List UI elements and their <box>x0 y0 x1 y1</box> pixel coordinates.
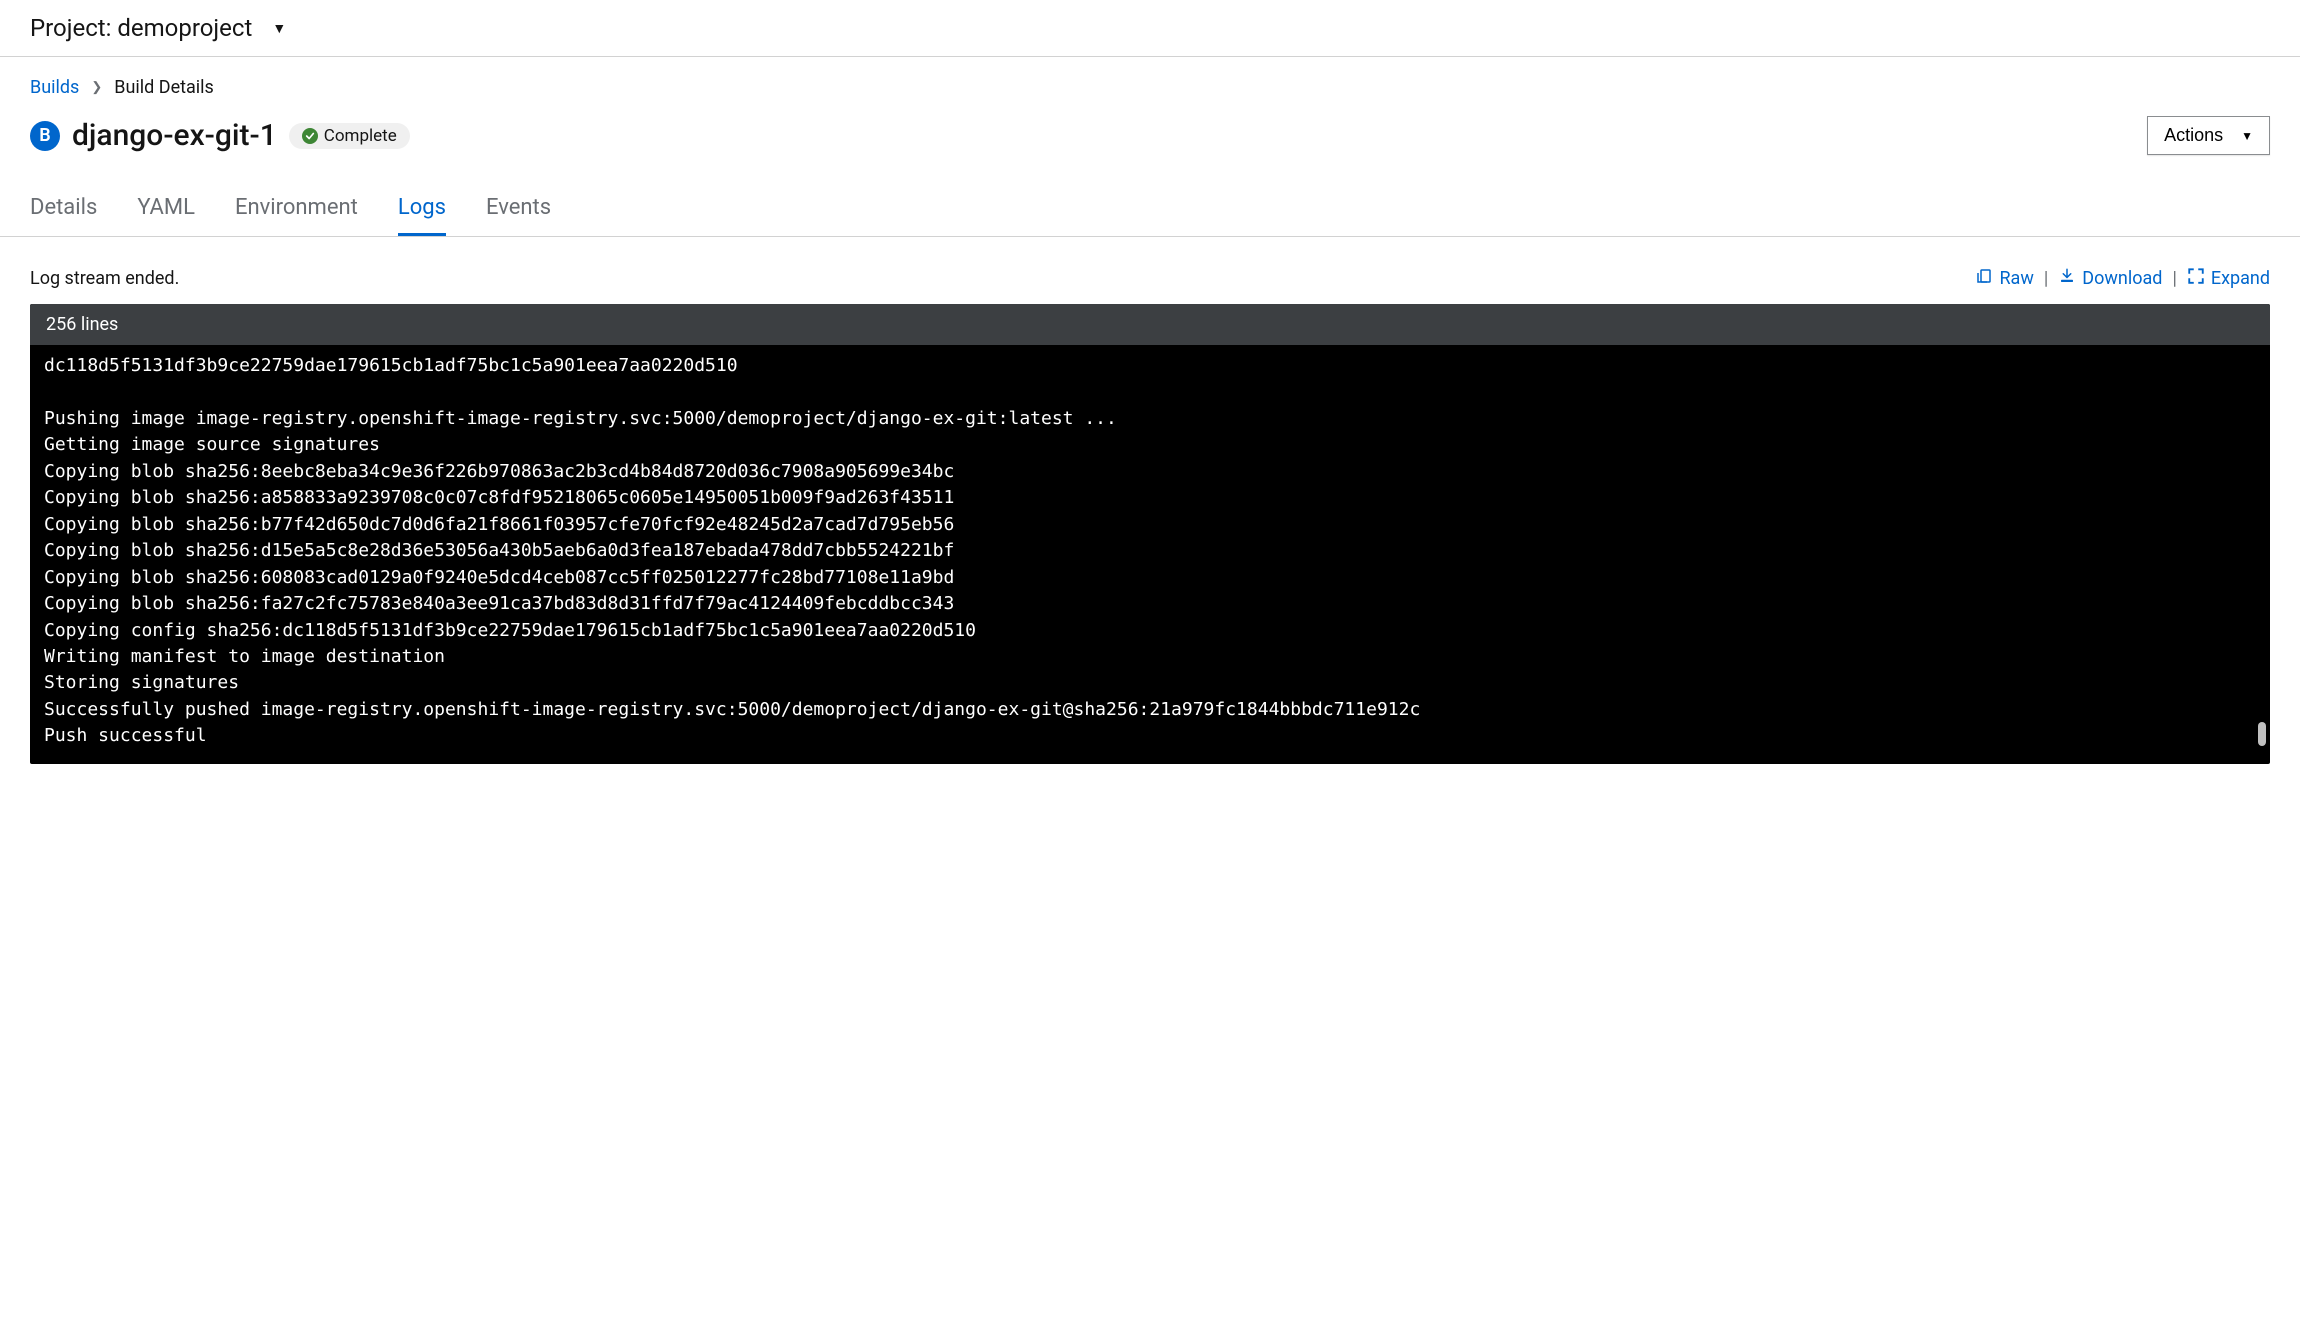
expand-icon <box>2187 267 2205 290</box>
divider: | <box>2044 268 2048 289</box>
status-text: Complete <box>324 126 397 146</box>
caret-down-icon: ▼ <box>2241 129 2253 143</box>
breadcrumb-current: Build Details <box>114 77 214 98</box>
log-line-count: 256 lines <box>30 304 2270 345</box>
title-row: B django-ex-git-1 Complete Actions ▼ <box>30 116 2270 155</box>
status-badge: Complete <box>289 123 410 149</box>
raw-button[interactable]: Raw <box>1975 267 2033 290</box>
tabs: Details YAML Environment Logs Events <box>0 183 2300 237</box>
check-circle-icon <box>302 128 318 144</box>
title-left: B django-ex-git-1 Complete <box>30 118 410 153</box>
download-button[interactable]: Download <box>2058 267 2162 290</box>
download-icon <box>2058 267 2076 290</box>
tab-logs[interactable]: Logs <box>398 183 446 236</box>
log-status: Log stream ended. <box>30 268 179 289</box>
tab-events[interactable]: Events <box>486 183 551 236</box>
page-title: django-ex-git-1 <box>72 118 277 153</box>
chevron-right-icon: ❯ <box>91 80 102 95</box>
actions-button[interactable]: Actions ▼ <box>2147 116 2270 155</box>
log-actions: Raw | Download | Expand <box>1975 267 2270 290</box>
breadcrumb: Builds ❯ Build Details <box>30 77 2270 98</box>
project-label: Project: demoproject <box>30 14 252 42</box>
raw-label: Raw <box>1999 268 2033 289</box>
tab-details[interactable]: Details <box>30 183 97 236</box>
copy-icon <box>1975 267 1993 290</box>
project-dropdown-caret-icon[interactable]: ▼ <box>272 20 286 37</box>
breadcrumb-root[interactable]: Builds <box>30 77 79 98</box>
project-bar: Project: demoproject ▼ <box>0 0 2300 57</box>
log-header: Log stream ended. Raw | Download | Ex <box>30 237 2270 304</box>
build-badge-icon: B <box>30 121 60 151</box>
tab-yaml[interactable]: YAML <box>137 183 195 236</box>
expand-label: Expand <box>2211 268 2270 289</box>
expand-button[interactable]: Expand <box>2187 267 2270 290</box>
tab-environment[interactable]: Environment <box>235 183 358 236</box>
divider: | <box>2172 268 2176 289</box>
download-label: Download <box>2082 268 2162 289</box>
actions-label: Actions <box>2164 125 2223 146</box>
log-content[interactable]: dc118d5f5131df3b9ce22759dae179615cb1adf7… <box>30 345 2270 764</box>
scrollbar-thumb[interactable] <box>2258 722 2266 746</box>
log-box: 256 lines dc118d5f5131df3b9ce22759dae179… <box>30 304 2270 764</box>
